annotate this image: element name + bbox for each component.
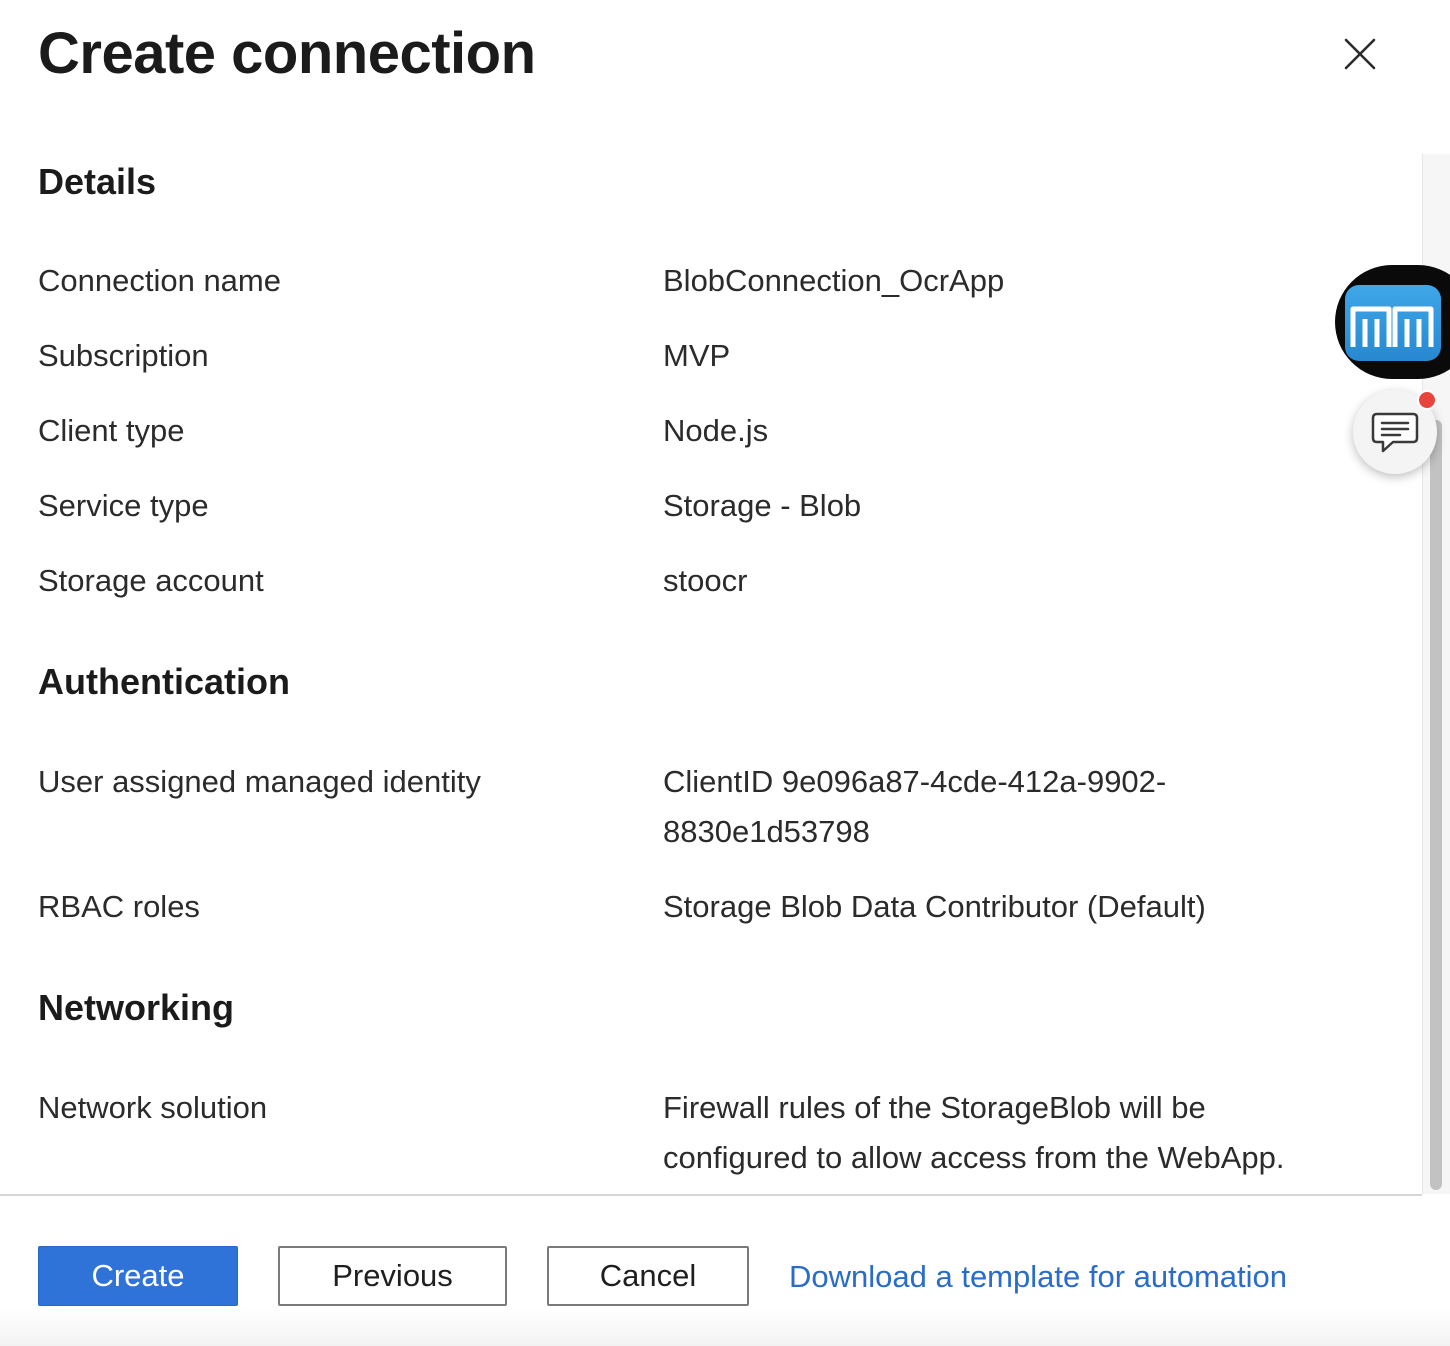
previous-button[interactable]: Previous	[278, 1246, 507, 1306]
cancel-button[interactable]: Cancel	[547, 1246, 749, 1306]
create-connection-panel: Create connection Details Connection nam…	[0, 0, 1450, 1346]
managed-identity-value-line2: 8830e1d53798	[663, 814, 870, 849]
rbac-roles-value: Storage Blob Data Contributor (Default)	[663, 889, 1206, 924]
mm-app-icon[interactable]	[1345, 285, 1441, 361]
notification-dot	[1417, 390, 1437, 410]
subscription-value: MVP	[663, 338, 731, 373]
managed-identity-value-line1: ClientID 9e096a87-4cde-412a-9902-	[663, 764, 1167, 799]
page-title: Create connection	[38, 21, 536, 86]
client-type-value: Node.js	[663, 413, 769, 448]
managed-identity-label: User assigned managed identity	[38, 764, 481, 799]
network-solution-value-line1: Firewall rules of the StorageBlob will b…	[663, 1090, 1206, 1125]
rbac-roles-label: RBAC roles	[38, 889, 200, 924]
connection-name-value: BlobConnection_OcrApp	[663, 263, 1005, 298]
client-type-label: Client type	[38, 413, 185, 448]
details-heading: Details	[38, 161, 157, 202]
download-template-link[interactable]: Download a template for automation	[789, 1252, 1287, 1302]
service-type-label: Service type	[38, 488, 209, 523]
create-button[interactable]: Create	[38, 1246, 238, 1306]
network-solution-label: Network solution	[38, 1090, 268, 1125]
close-button[interactable]	[1334, 28, 1386, 80]
close-icon	[1344, 38, 1376, 70]
connection-name-label: Connection name	[38, 263, 281, 298]
service-type-value: Storage - Blob	[663, 488, 862, 523]
footer-divider	[0, 1194, 1422, 1196]
networking-heading: Networking	[38, 987, 235, 1028]
authentication-heading: Authentication	[38, 661, 290, 702]
storage-account-label: Storage account	[38, 563, 264, 598]
review-content: Details Connection name BlobConnection_O…	[0, 150, 1422, 1194]
subscription-label: Subscription	[38, 338, 209, 373]
scrollbar-thumb[interactable]	[1430, 420, 1442, 1190]
network-solution-value-line2: configured to allow access from the WebA…	[663, 1140, 1285, 1175]
storage-account-value: stoocr	[663, 563, 748, 598]
feedback-chat-icon	[1371, 412, 1419, 453]
